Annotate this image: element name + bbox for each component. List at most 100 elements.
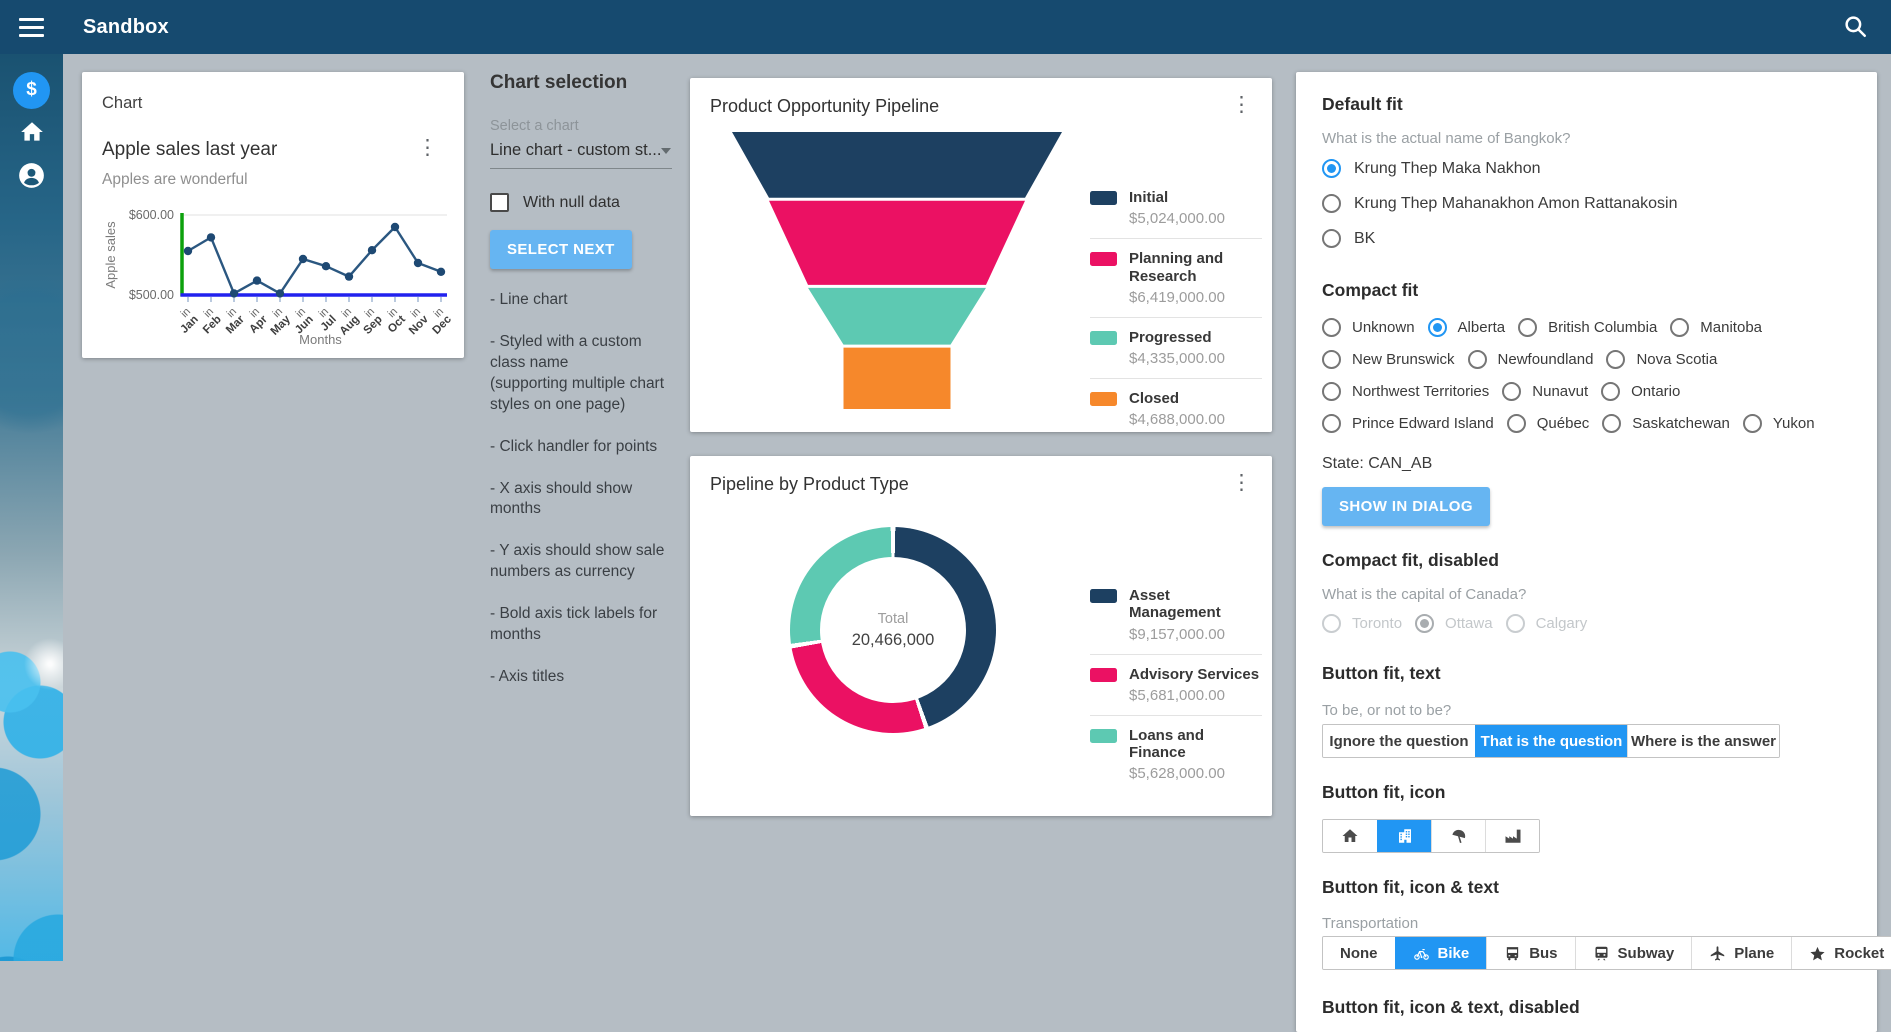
funnel-chart bbox=[712, 128, 1082, 418]
segment-office-building[interactable] bbox=[1377, 820, 1431, 852]
note-item: - Styled with a custom class name (suppo… bbox=[490, 332, 672, 416]
kebab-menu-icon[interactable]: ⋮ bbox=[1225, 474, 1258, 492]
segment-factory[interactable] bbox=[1485, 820, 1539, 852]
radio-option-manitoba[interactable]: Manitoba bbox=[1670, 311, 1762, 343]
segment-bike[interactable]: Bike bbox=[1395, 937, 1487, 969]
segmented-control-places bbox=[1322, 819, 1540, 853]
segment-subway[interactable]: Subway bbox=[1575, 937, 1692, 969]
segment-rocket[interactable]: Rocket bbox=[1791, 937, 1891, 969]
radio-option-krung-thep-mahanakhon-amon-rattanakosin[interactable]: Krung Thep Mahanakhon Amon Rattanakosin bbox=[1322, 186, 1851, 221]
home-icon bbox=[1341, 827, 1359, 845]
chart-notes: - Line chart- Styled with a custom class… bbox=[490, 290, 672, 688]
bus-icon bbox=[1504, 945, 1521, 962]
line-chart-point-dec[interactable] bbox=[437, 268, 445, 276]
radio-option-british-columbia[interactable]: British Columbia bbox=[1518, 311, 1657, 343]
section-title-button-fit-icon: Button fit, icon bbox=[1322, 782, 1851, 803]
line-chart-point-may[interactable] bbox=[276, 289, 284, 297]
radio-group-bangkok: Krung Thep Maka NakhonKrung Thep Mahanak… bbox=[1322, 151, 1851, 256]
radio-option-saskatchewan[interactable]: Saskatchewan bbox=[1602, 407, 1730, 439]
home-icon bbox=[19, 119, 45, 150]
svg-text:Apple sales: Apple sales bbox=[103, 221, 118, 289]
search-icon[interactable] bbox=[1839, 11, 1871, 43]
sidebar-item-home[interactable] bbox=[0, 112, 63, 156]
radio-option-yukon[interactable]: Yukon bbox=[1743, 407, 1815, 439]
radio-icon bbox=[1606, 350, 1625, 369]
radio-option-label: New Brunswick bbox=[1352, 351, 1455, 368]
segmented-control-question: Ignore the questionThat is the questionW… bbox=[1322, 724, 1780, 758]
legend-swatch bbox=[1090, 392, 1117, 406]
line-chart-point-jul[interactable] bbox=[322, 262, 330, 270]
funnel-segment-closed bbox=[844, 348, 951, 409]
line-chart-point-jun[interactable] bbox=[299, 255, 307, 263]
legend-value: $5,628,000.00 bbox=[1129, 765, 1262, 782]
legend-swatch bbox=[1090, 729, 1117, 743]
radio-demo-panel: Default fit What is the actual name of B… bbox=[1296, 72, 1877, 1032]
radio-option-label: Newfoundland bbox=[1498, 351, 1594, 368]
line-chart-point-feb[interactable] bbox=[207, 233, 215, 241]
radio-option-prince-edward-island[interactable]: Prince Edward Island bbox=[1322, 407, 1494, 439]
donut-center: Total 20,466,000 bbox=[820, 557, 966, 703]
segment-none[interactable]: None bbox=[1323, 937, 1395, 969]
legend-label: Closed bbox=[1129, 390, 1225, 407]
radio-option-label: BK bbox=[1354, 230, 1375, 248]
select-chart-label: Select a chart bbox=[490, 118, 672, 134]
note-item: - Y axis should show sale numbers as cur… bbox=[490, 541, 672, 583]
line-chart-point-nov[interactable] bbox=[414, 259, 422, 267]
segmented-control-transportation: None Bike BusSubwayPlaneRocket bbox=[1322, 936, 1891, 970]
segment-home[interactable] bbox=[1323, 820, 1377, 852]
radio-option-krung-thep-maka-nakhon[interactable]: Krung Thep Maka Nakhon bbox=[1322, 151, 1851, 186]
radio-option-nova-scotia[interactable]: Nova Scotia bbox=[1606, 343, 1717, 375]
legend-item-progressed: Progressed$4,335,000.00 bbox=[1090, 318, 1262, 379]
radio-option-bk[interactable]: BK bbox=[1322, 221, 1851, 256]
segment-that-is-the-question[interactable]: That is the question bbox=[1475, 725, 1627, 757]
radio-option-alberta[interactable]: Alberta bbox=[1428, 311, 1506, 343]
segment-plane[interactable]: Plane bbox=[1691, 937, 1791, 969]
select-next-button[interactable]: SELECT NEXT bbox=[490, 230, 632, 269]
funnel-chart-card: Product Opportunity Pipeline ⋮ Initial$5… bbox=[690, 78, 1272, 432]
radio-option-northwest-territories[interactable]: Northwest Territories bbox=[1322, 375, 1489, 407]
chart-select-dropdown[interactable]: Line chart - custom st... bbox=[490, 134, 672, 169]
segment-label: Where is the answer bbox=[1631, 733, 1776, 750]
segment-beach-umbrella[interactable] bbox=[1431, 820, 1485, 852]
line-chart-point-jan[interactable] bbox=[184, 247, 192, 255]
radio-option-nunavut[interactable]: Nunavut bbox=[1502, 375, 1588, 407]
menu-icon[interactable] bbox=[0, 0, 63, 54]
with-null-data-checkbox[interactable]: With null data bbox=[490, 193, 672, 212]
legend-value: $4,688,000.00 bbox=[1129, 411, 1225, 428]
line-chart-point-mar[interactable] bbox=[230, 289, 238, 297]
radio-option-new-brunswick[interactable]: New Brunswick bbox=[1322, 343, 1455, 375]
radio-option-unknown[interactable]: Unknown bbox=[1322, 311, 1415, 343]
funnel-segment-progressed bbox=[808, 288, 986, 345]
radio-icon bbox=[1322, 194, 1341, 213]
segment-label: Bike bbox=[1438, 945, 1470, 962]
show-in-dialog-button[interactable]: SHOW IN DIALOG bbox=[1322, 487, 1490, 526]
line-chart-point-oct[interactable] bbox=[391, 223, 399, 231]
radio-option-label: Québec bbox=[1537, 415, 1590, 432]
sidebar-item-sales[interactable]: $ bbox=[0, 68, 63, 112]
line-chart-point-sep[interactable] bbox=[368, 246, 376, 254]
chart-selection-panel: Chart selection Select a chart Line char… bbox=[490, 72, 672, 688]
legend-swatch bbox=[1090, 191, 1117, 205]
segment-ignore-the-question[interactable]: Ignore the question bbox=[1323, 725, 1475, 757]
line-chart-point-apr[interactable] bbox=[253, 276, 261, 284]
radio-option-ontario[interactable]: Ontario bbox=[1601, 375, 1680, 407]
note-item: - X axis should show months bbox=[490, 479, 672, 521]
radio-icon bbox=[1502, 382, 1521, 401]
kebab-menu-icon[interactable]: ⋮ bbox=[1225, 96, 1258, 114]
radio-group-provinces: Unknown Alberta British Columbia Manitoba Ne… bbox=[1322, 311, 1851, 439]
radio-option-label: Yukon bbox=[1773, 415, 1815, 432]
question-capital-canada: What is the capital of Canada? bbox=[1322, 586, 1851, 603]
radio-option-qu-bec[interactable]: Québec bbox=[1507, 407, 1590, 439]
radio-option-label: Alberta bbox=[1458, 319, 1506, 336]
legend-value: $5,681,000.00 bbox=[1129, 687, 1259, 704]
line-chart-point-aug[interactable] bbox=[345, 272, 353, 280]
legend-swatch bbox=[1090, 668, 1117, 682]
subway-icon bbox=[1593, 945, 1610, 962]
sidebar-item-account[interactable] bbox=[0, 156, 63, 200]
segment-bus[interactable]: Bus bbox=[1486, 937, 1574, 969]
radio-icon bbox=[1322, 318, 1341, 337]
section-title-button-fit-text: Button fit, text bbox=[1322, 663, 1851, 684]
kebab-menu-icon[interactable]: ⋮ bbox=[411, 139, 444, 157]
segment-where-is-the-answer[interactable]: Where is the answer bbox=[1627, 725, 1779, 757]
radio-option-newfoundland[interactable]: Newfoundland bbox=[1468, 343, 1594, 375]
